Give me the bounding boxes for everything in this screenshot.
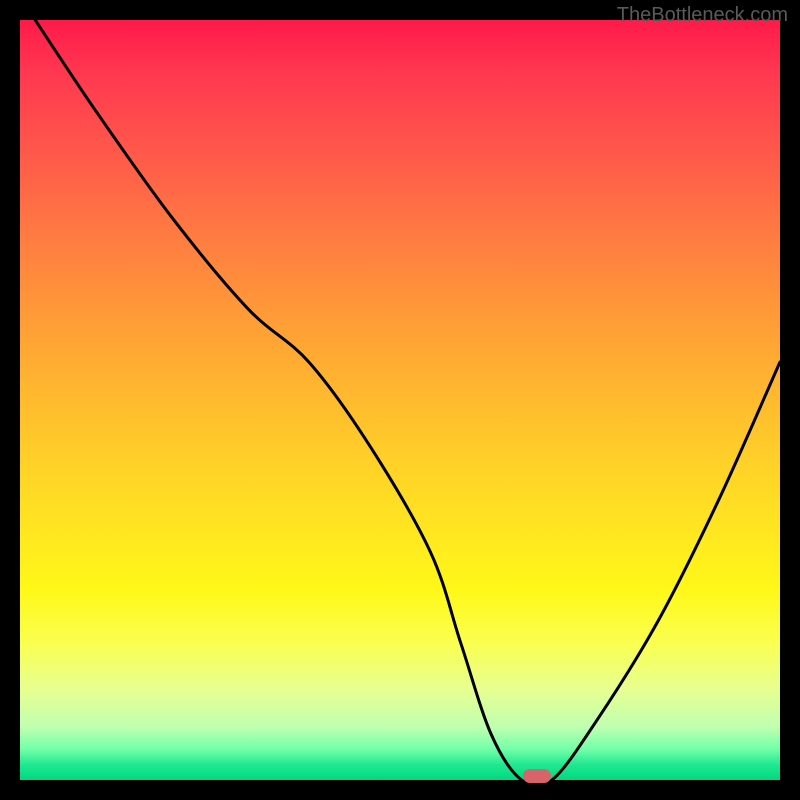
bottleneck-curve-path [35,20,780,780]
chart-container: TheBottleneck.com [0,0,800,800]
watermark-text: TheBottleneck.com [617,4,788,27]
optimal-marker [523,769,551,783]
curve-svg [20,20,780,780]
plot-area [20,20,780,780]
